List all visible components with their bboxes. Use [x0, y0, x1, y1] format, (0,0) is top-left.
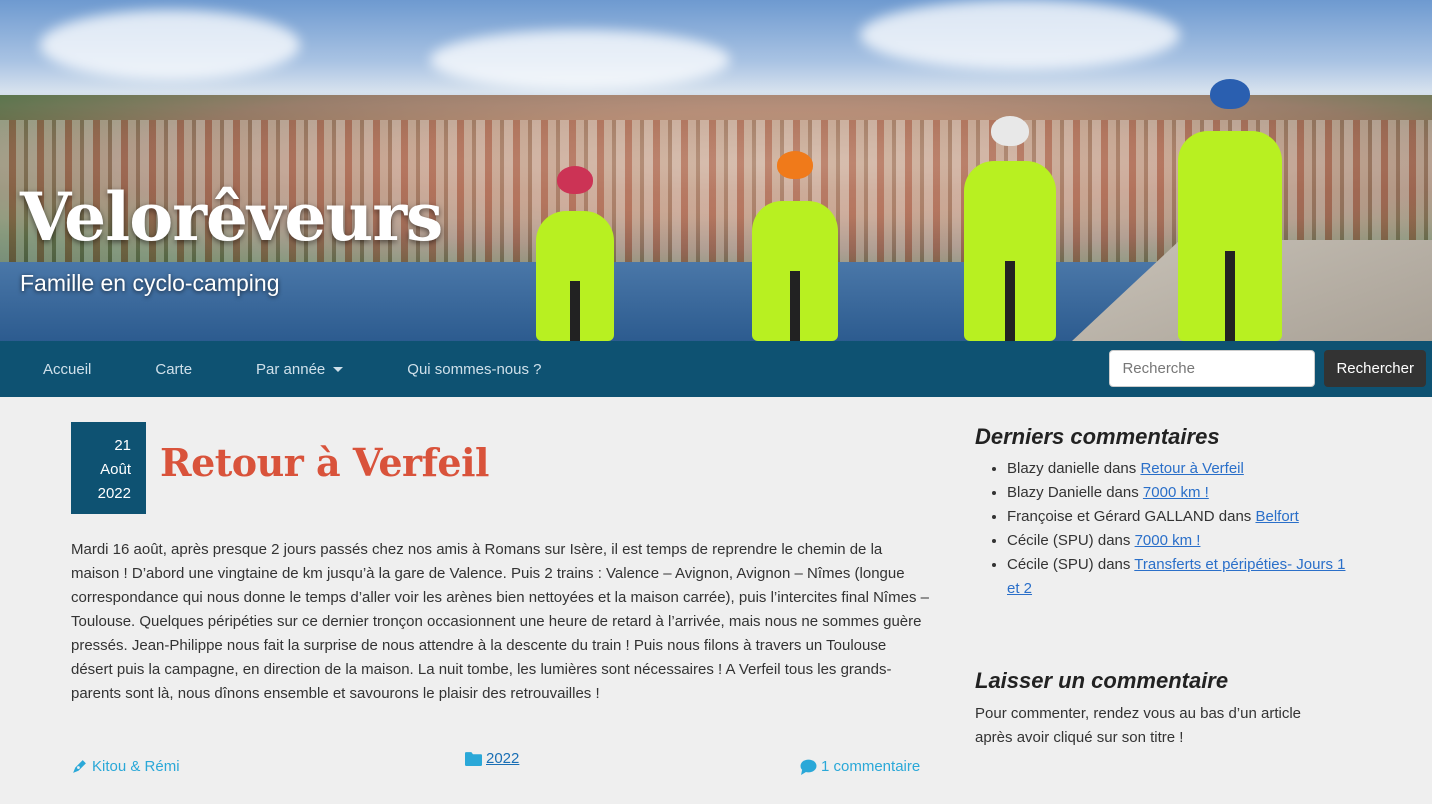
list-item: Blazy danielle dans Retour à Verfeil	[1007, 457, 1355, 481]
pen-icon	[73, 760, 86, 773]
comment-sep: dans	[1093, 532, 1135, 549]
cloud	[860, 0, 1180, 70]
post-title[interactable]: Retour à Verfeil	[160, 440, 489, 485]
post-date-day: 21	[114, 437, 131, 454]
cyclist	[1160, 79, 1300, 341]
post-body: Mardi 16 août, après presque 2 jours pas…	[71, 541, 929, 702]
post-date-year: 2022	[97, 485, 131, 502]
nav-label: Qui sommes-nous ?	[407, 360, 542, 378]
comment-post-link[interactable]: 7000 km !	[1143, 484, 1209, 501]
leave-comment-text: Pour commenter, rendez vous au bas d’un …	[975, 705, 1302, 746]
nav-label: Par année	[256, 360, 326, 378]
chevron-down-icon	[333, 366, 344, 372]
list-item: Françoise et Gérard GALLAND dans Belfort	[1007, 505, 1355, 529]
comments-count: 1 commentaire	[821, 758, 921, 775]
comment-sep: dans	[1093, 556, 1135, 573]
category-link[interactable]: 2022	[486, 750, 519, 767]
comment-sep: dans	[1099, 460, 1141, 477]
header-banner: Velorêveurs Famille en cyclo-camping	[0, 0, 1432, 341]
recent-comments-list: Blazy danielle dans Retour à Verfeil Bla…	[975, 457, 1355, 601]
comment-post-link[interactable]: Belfort	[1255, 508, 1298, 525]
nav-item-carte[interactable]: Carte	[155, 361, 192, 378]
list-item: Cécile (SPU) dans Transferts et péripéti…	[1007, 553, 1355, 601]
search-button[interactable]: Rechercher	[1324, 350, 1426, 387]
folder-icon	[465, 752, 482, 766]
comment-author: Blazy danielle	[1007, 460, 1100, 477]
comment-sep: dans	[1102, 484, 1143, 501]
post-comments-link[interactable]: 1 commentaire	[800, 758, 920, 775]
nav-item-par-annee[interactable]: Par année	[256, 360, 344, 378]
post-date-month: Août	[100, 461, 131, 478]
nav-item-qui-sommes-nous[interactable]: Qui sommes-nous ?	[407, 361, 541, 378]
nav-label: Carte	[155, 360, 193, 378]
post-category[interactable]: 2022	[465, 750, 519, 767]
comment-author: Cécile (SPU)	[1007, 532, 1094, 549]
site-tagline: Famille en cyclo-camping	[20, 270, 280, 296]
nav-label: Accueil	[43, 360, 92, 378]
post-date-badge: 21 Août 2022	[71, 422, 146, 514]
comment-author: Blazy Danielle	[1007, 484, 1103, 501]
leave-comment-title: Laisser un commentaire	[975, 668, 1229, 693]
comment-post-link[interactable]: Retour à Verfeil	[1140, 460, 1243, 477]
comment-author: Françoise et Gérard GALLAND	[1007, 508, 1215, 525]
site-title[interactable]: Velorêveurs	[20, 178, 443, 256]
post-author-name: Kitou & Rémi	[92, 758, 180, 775]
comment-author: Cécile (SPU)	[1007, 556, 1094, 573]
search-form: Recherche r	[1109, 350, 1426, 387]
comment-icon	[800, 759, 817, 775]
cyclist	[510, 166, 640, 341]
comment-sep: dans	[1214, 508, 1256, 525]
cloud	[430, 30, 730, 90]
nav-item-accueil[interactable]: Accueil	[43, 361, 91, 378]
cyclist	[940, 116, 1080, 341]
main-content: 21 Août 2022 Retour à Verfeil Mardi 16 a…	[0, 397, 1432, 804]
cyclist	[730, 151, 860, 341]
cloud	[40, 10, 300, 80]
main-navbar: Accueil Carte Par année Qui sommes-nous …	[0, 341, 1432, 397]
search-input[interactable]	[1109, 350, 1316, 387]
recent-comments-title: Derniers commentaires	[975, 424, 1220, 449]
list-item: Cécile (SPU) dans 7000 km !	[1007, 529, 1355, 553]
list-item: Blazy Danielle dans 7000 km !	[1007, 481, 1355, 505]
post-author[interactable]: Kitou & Rémi	[71, 758, 180, 775]
comment-post-link[interactable]: 7000 km !	[1135, 532, 1201, 549]
